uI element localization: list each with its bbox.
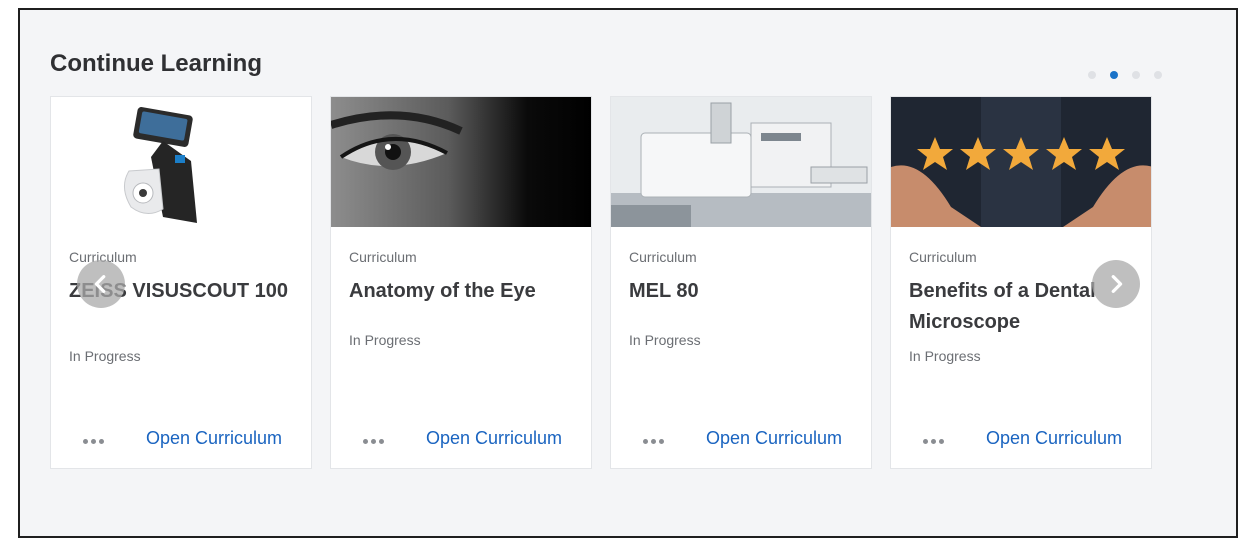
card-status: In Progress [629,332,701,348]
card-status: In Progress [349,332,421,348]
chevron-right-icon [1111,275,1123,293]
handheld-camera-image [51,97,311,227]
card-type-label: Curriculum [909,249,977,265]
pagination-dot-3[interactable] [1132,71,1140,79]
carousel-pagination [1088,71,1162,79]
open-curriculum-link[interactable]: Open Curriculum [146,428,282,449]
card-type-label: Curriculum [629,249,697,265]
five-stars-image [891,97,1151,227]
open-curriculum-link[interactable]: Open Curriculum [706,428,842,449]
more-dots-icon[interactable] [83,437,109,447]
card-thumbnail [891,97,1151,227]
continue-learning-panel: Continue Learning Curriculum ZEISS VISUS… [18,8,1238,538]
pagination-dot-2[interactable] [1110,71,1118,79]
card-thumbnail [611,97,871,227]
carousel-prev-button[interactable] [77,260,125,308]
pagination-dot-4[interactable] [1154,71,1162,79]
card-status: In Progress [909,348,981,364]
card-status: In Progress [69,348,141,364]
open-curriculum-link[interactable]: Open Curriculum [426,428,562,449]
course-card[interactable]: Curriculum Anatomy of the Eye In Progres… [330,96,592,469]
card-title: MEL 80 [629,280,699,302]
card-thumbnail [331,97,591,227]
more-dots-icon[interactable] [643,437,669,447]
course-card[interactable]: Curriculum MEL 80 In Progress Open Curri… [610,96,872,469]
card-title: Anatomy of the Eye [349,280,536,302]
more-dots-icon[interactable] [363,437,389,447]
pagination-dot-1[interactable] [1088,71,1096,79]
card-thumbnail [51,97,311,227]
open-curriculum-link[interactable]: Open Curriculum [986,428,1122,449]
eye-closeup-image [331,97,591,227]
chevron-left-icon [94,275,106,293]
more-dots-icon[interactable] [923,437,949,447]
card-type-label: Curriculum [349,249,417,265]
laser-system-image [611,97,871,227]
section-title: Continue Learning [50,50,262,77]
carousel-next-button[interactable] [1092,260,1140,308]
